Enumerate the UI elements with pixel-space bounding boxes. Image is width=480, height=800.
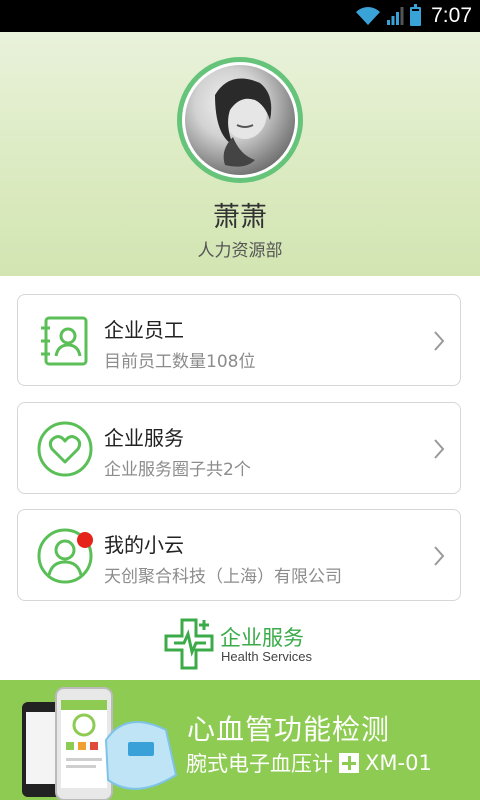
card-subtitle: 天创聚合科技（上海）有限公司 xyxy=(104,567,342,587)
banner-subtitle: 腕式电子血压计 XM-01 xyxy=(186,748,432,778)
employee-contacts-icon xyxy=(41,316,88,366)
chevron-right-icon xyxy=(434,331,445,351)
banner-title: 心血管功能检测 xyxy=(187,713,391,746)
card-title: 我的小云 xyxy=(104,533,184,557)
avatar[interactable] xyxy=(177,57,303,183)
profile-header: 萧萧 人力资源部 xyxy=(0,32,480,276)
logo-subtitle: Health Services xyxy=(221,649,313,664)
battery-icon xyxy=(410,3,422,26)
product-devices-image xyxy=(22,687,178,800)
banner-subtitle-text: 腕式电子血压计 xyxy=(186,752,333,776)
promo-banner[interactable]: 心血管功能检测 腕式电子血压计 XM-01 xyxy=(0,680,480,800)
notification-dot xyxy=(77,532,93,548)
medical-cross-logo-icon xyxy=(164,618,214,670)
card-services[interactable]: 企业服务 企业服务圈子共2个 xyxy=(17,402,461,494)
status-time: 7:07 xyxy=(431,4,472,27)
banner-model: XM-01 xyxy=(365,751,432,775)
profile-name: 萧萧 xyxy=(213,202,267,233)
profile-department: 人力资源部 xyxy=(197,241,283,261)
plus-icon xyxy=(339,753,359,773)
avatar-photo xyxy=(215,78,272,167)
card-my-cloud[interactable]: 我的小云 天创聚合科技（上海）有限公司 xyxy=(17,509,461,601)
card-title: 企业员工 xyxy=(104,318,184,342)
signal-icon xyxy=(387,7,404,25)
chevron-right-icon xyxy=(434,439,445,459)
wifi-icon xyxy=(356,7,381,25)
health-services-logo: 企业服务 Health Services xyxy=(164,616,324,672)
card-title: 企业服务 xyxy=(104,426,184,450)
status-bar: 7:07 xyxy=(0,0,480,32)
card-subtitle: 目前员工数量108位 xyxy=(104,352,256,372)
logo-title: 企业服务 xyxy=(220,626,304,650)
chevron-right-icon xyxy=(434,546,445,566)
heart-icon xyxy=(37,421,93,477)
card-subtitle: 企业服务圈子共2个 xyxy=(104,460,251,480)
card-employees[interactable]: 企业员工 目前员工数量108位 xyxy=(17,294,461,386)
